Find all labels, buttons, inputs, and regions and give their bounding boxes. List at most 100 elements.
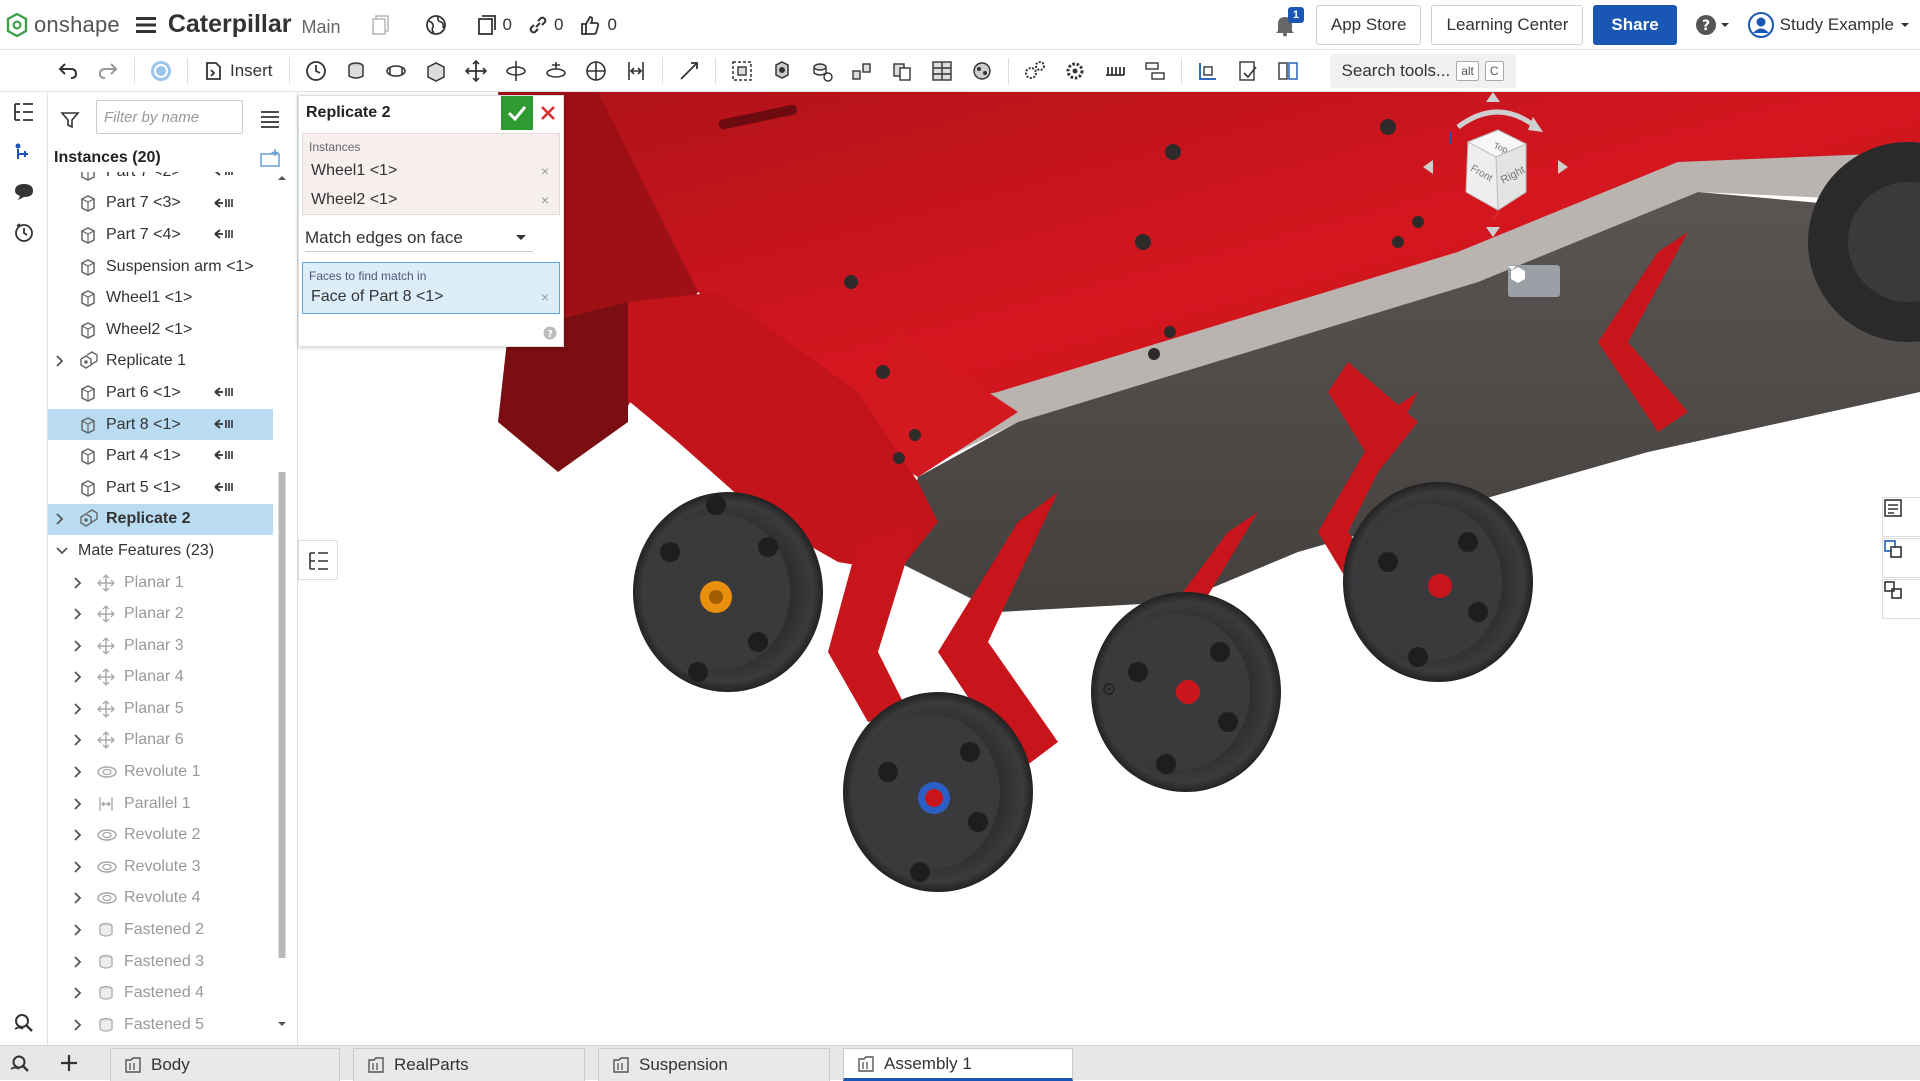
globe-icon[interactable] (425, 14, 447, 36)
tree-row[interactable]: Mate Features (23) (48, 535, 273, 567)
expand-right-icon[interactable] (74, 671, 88, 683)
menu-icon[interactable] (135, 16, 156, 34)
instance-tree-icon[interactable] (0, 132, 48, 172)
expand-right-icon[interactable] (56, 513, 70, 525)
versions-button[interactable]: 0 (477, 14, 512, 36)
expand-right-icon[interactable] (74, 1019, 88, 1031)
bom-panel-icon[interactable] (1882, 538, 1920, 578)
tool-explode[interactable] (1015, 51, 1055, 91)
tool-section[interactable] (1228, 51, 1268, 91)
tree-row[interactable]: Wheel1 <1> (48, 282, 273, 314)
feature-list-icon[interactable] (0, 92, 48, 132)
selected-instance-item[interactable]: Wheel2 <1> × (303, 185, 559, 214)
tree-row[interactable]: Part 4 <1> (48, 440, 273, 472)
tree-row[interactable]: Fastened 2 (48, 914, 273, 946)
tree-row[interactable]: Part 5 <1> (48, 472, 273, 504)
tool-parallel[interactable] (616, 51, 656, 91)
help-menu[interactable]: ? (1695, 14, 1730, 36)
tree-row[interactable]: Revolute 1 (48, 756, 273, 788)
tool-fastened[interactable] (336, 51, 376, 91)
expand-right-icon[interactable] (74, 576, 88, 589)
undo-button[interactable] (48, 51, 88, 91)
tree-row[interactable]: Part 7 <3> (48, 188, 273, 220)
learning-center-button[interactable]: Learning Center (1431, 5, 1584, 45)
tree-row[interactable]: Wheel2 <1> (48, 314, 273, 346)
expand-right-icon[interactable] (74, 924, 88, 936)
instance-tree-scrollbar[interactable] (277, 172, 287, 1032)
tool-simulation[interactable] (962, 51, 1002, 91)
tree-row[interactable]: Replicate 1 (48, 346, 273, 378)
selected-instance-item[interactable]: Wheel1 <1> × (303, 156, 559, 185)
remove-selection-icon[interactable]: × (541, 163, 549, 179)
appearance-panel-icon[interactable] (1882, 497, 1920, 537)
remove-selection-icon[interactable]: × (541, 289, 549, 305)
expand-right-icon[interactable] (74, 861, 88, 873)
expand-right-icon[interactable] (56, 355, 70, 367)
tree-row[interactable]: Part 6 <1> (48, 377, 273, 409)
copy-document-icon[interactable] (371, 14, 391, 36)
match-mode-select[interactable]: Match edges on face (305, 224, 533, 252)
expand-right-icon[interactable] (74, 734, 88, 747)
branch-name[interactable]: Main (301, 17, 340, 38)
tab-search-icon[interactable] (10, 1054, 32, 1074)
expand-right-icon[interactable] (74, 956, 88, 968)
onshape-logo[interactable]: onshape (6, 12, 120, 38)
expand-right-icon[interactable] (74, 703, 88, 715)
tool-cylindrical[interactable] (496, 51, 536, 91)
links-button[interactable]: 0 (528, 15, 563, 35)
like-button[interactable]: 0 (579, 14, 617, 36)
tool-replicate[interactable] (762, 51, 802, 91)
document-tab[interactable]: RealParts (353, 1048, 585, 1081)
accept-button[interactable] (501, 96, 533, 130)
tree-row[interactable]: Planar 3 (48, 630, 273, 662)
selected-face-item[interactable]: Face of Part 8 <1> × (303, 285, 559, 309)
filter-by-name-input[interactable]: Filter by name (96, 100, 243, 134)
tool-mate-relation[interactable] (802, 51, 842, 91)
tree-row[interactable]: Planar 6 (48, 725, 273, 757)
expand-right-icon[interactable] (74, 798, 88, 810)
display-mode-button[interactable] (141, 51, 181, 91)
tree-row[interactable]: Replicate 2 (48, 503, 273, 536)
tree-row[interactable]: Revolute 3 (48, 851, 273, 883)
tree-row[interactable]: Part 7 <4> (48, 219, 273, 251)
expand-down-icon[interactable] (56, 547, 70, 555)
tool-linear-pattern[interactable] (842, 51, 882, 91)
expand-right-icon[interactable] (74, 766, 88, 778)
expand-right-icon[interactable] (74, 829, 88, 841)
app-search-icon[interactable] (0, 1003, 48, 1043)
tool-planar[interactable] (456, 51, 496, 91)
tree-row[interactable]: Planar 1 (48, 567, 273, 599)
redo-button[interactable] (88, 51, 128, 91)
faces-selection-box[interactable]: Faces to find match in Face of Part 8 <1… (302, 262, 560, 314)
view-options-button[interactable] (1508, 265, 1560, 297)
tool-configurations[interactable] (1268, 51, 1308, 91)
add-folder-icon[interactable] (260, 148, 282, 168)
list-view-icon[interactable] (260, 110, 280, 128)
expand-right-icon[interactable] (74, 608, 88, 620)
tree-row[interactable]: Parallel 1 (48, 788, 273, 820)
mate-values-panel-icon[interactable] (1882, 579, 1920, 619)
filter-icon[interactable] (60, 110, 80, 130)
document-tab[interactable]: Assembly 1 (843, 1048, 1073, 1081)
tool-circular-pattern[interactable] (882, 51, 922, 91)
feature-list-toggle[interactable] (298, 540, 338, 580)
tree-row[interactable]: Revolute 4 (48, 883, 273, 915)
instances-selection-box[interactable]: Instances Wheel1 <1> × Wheel2 <1> × (302, 133, 560, 215)
comments-icon[interactable] (0, 172, 48, 212)
document-tab[interactable]: Suspension (598, 1048, 830, 1081)
tree-row[interactable]: Planar 2 (48, 598, 273, 630)
tool-measure[interactable] (1188, 51, 1228, 91)
notifications-button[interactable]: 1 (1274, 7, 1304, 37)
tool-group[interactable] (722, 51, 762, 91)
tree-row[interactable]: Fastened 3 (48, 946, 273, 978)
tree-row[interactable]: Part 8 <1> (48, 408, 273, 441)
tool-tangent[interactable] (669, 51, 709, 91)
tool-pin-slot[interactable] (536, 51, 576, 91)
tree-row[interactable]: Fastened 5 (48, 1009, 273, 1032)
tool-ball[interactable] (576, 51, 616, 91)
tree-row[interactable]: Suspension arm <1> (48, 251, 273, 283)
expand-right-icon[interactable] (74, 987, 88, 999)
document-tab[interactable]: Body (110, 1048, 340, 1081)
tool-screw-relation[interactable] (1135, 51, 1175, 91)
search-tools-input[interactable]: Search tools... alt C (1329, 53, 1516, 88)
